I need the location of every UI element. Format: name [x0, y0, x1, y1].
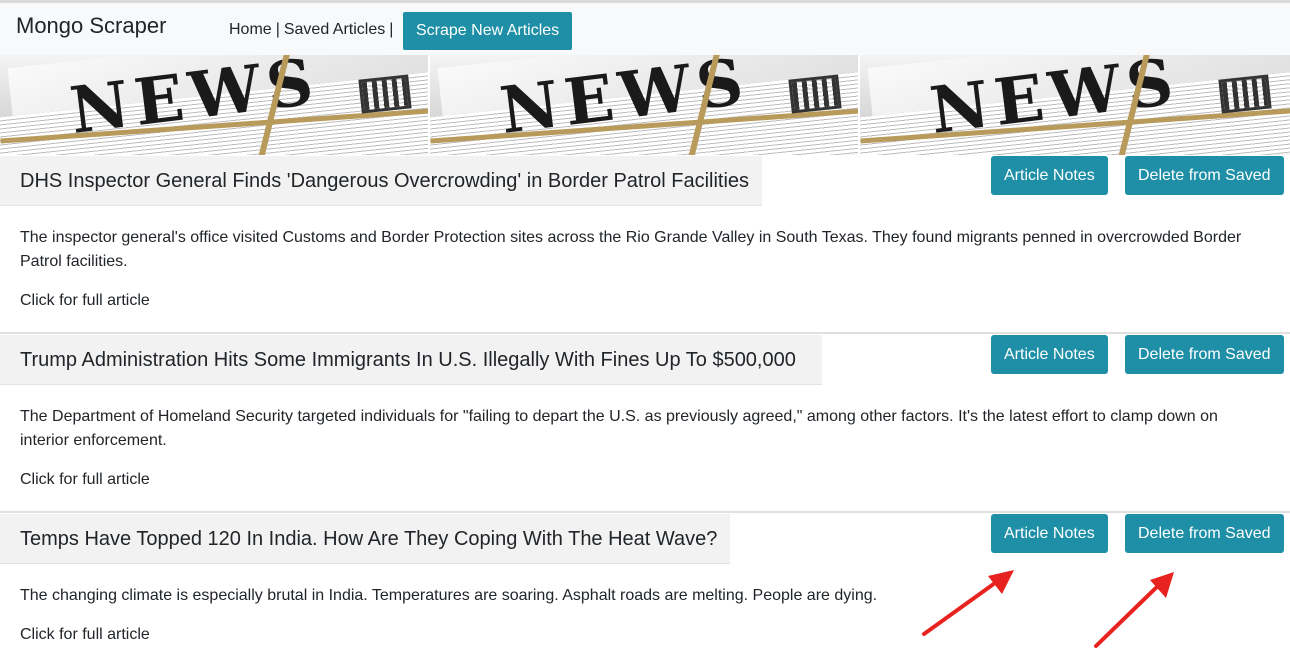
article-title: Trump Administration Hits Some Immigrant… [0, 335, 822, 385]
brand-title[interactable]: Mongo Scraper [16, 13, 166, 39]
news-banner-image: NEWS [0, 55, 431, 155]
full-article-link[interactable]: Click for full article [20, 292, 150, 310]
annotation-arrow-icon [1094, 572, 1174, 648]
annotation-arrow-icon [922, 570, 1014, 636]
delete-from-saved-button[interactable]: Delete from Saved [1125, 335, 1284, 374]
full-article-link[interactable]: Click for full article [20, 626, 150, 644]
full-article-link[interactable]: Click for full article [20, 471, 150, 489]
article-divider [0, 332, 1290, 334]
news-banner: NEWS NEWS NEWS [0, 55, 1290, 155]
article-title: DHS Inspector General Finds 'Dangerous O… [0, 156, 762, 206]
news-banner-image: NEWS [860, 55, 1290, 155]
article-title: Temps Have Topped 120 In India. How Are … [0, 514, 730, 564]
article-card: DHS Inspector General Finds 'Dangerous O… [0, 156, 1290, 334]
article-summary: The inspector general's office visited C… [20, 229, 1242, 270]
article-summary: The Department of Homeland Security targ… [20, 408, 1218, 449]
delete-from-saved-button[interactable]: Delete from Saved [1125, 514, 1284, 553]
nav-separator: | [389, 21, 394, 38]
scrape-new-articles-button[interactable]: Scrape New Articles [403, 12, 573, 50]
article-notes-button[interactable]: Article Notes [991, 514, 1108, 553]
nav-saved-articles-link[interactable]: Saved Articles [284, 21, 385, 38]
nav-separator: | [275, 21, 280, 38]
article-divider [0, 511, 1290, 513]
article-card: Trump Administration Hits Some Immigrant… [0, 335, 1290, 513]
news-banner-image: NEWS [430, 55, 861, 155]
delete-from-saved-button[interactable]: Delete from Saved [1125, 156, 1284, 195]
article-notes-button[interactable]: Article Notes [991, 335, 1108, 374]
article-notes-button[interactable]: Article Notes [991, 156, 1108, 195]
navbar: Mongo Scraper Home | Saved Articles | Scrap… [0, 3, 1290, 55]
article-summary: The changing climate is especially bruta… [20, 587, 878, 604]
nav-links: Home | Saved Articles | [229, 21, 397, 39]
nav-home-link[interactable]: Home [229, 21, 272, 38]
